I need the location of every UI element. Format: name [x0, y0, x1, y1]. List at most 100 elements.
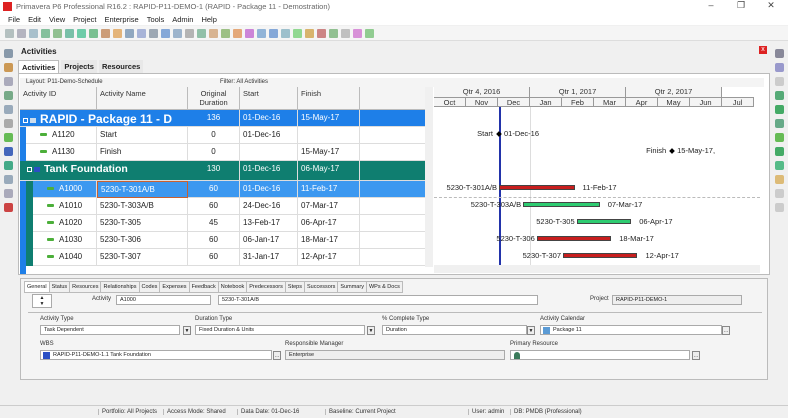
toolbar-button-icon[interactable] — [41, 28, 50, 38]
toolbar-button-icon[interactable] — [233, 28, 242, 38]
sidebar-tool-icon[interactable] — [775, 49, 784, 58]
layout-label[interactable]: Layout: P11-Demo-Schedule — [26, 79, 103, 85]
tab-resources[interactable]: Resources — [98, 60, 144, 73]
details-tab-wps-docs[interactable]: WPs & Docs — [365, 281, 403, 293]
minimize-button[interactable]: – — [700, 0, 722, 13]
col-header-start[interactable]: Start — [240, 87, 298, 110]
details-tab-notebook[interactable]: Notebook — [217, 281, 248, 293]
toolbar-button-icon[interactable] — [173, 28, 182, 38]
toolbar-button-icon[interactable] — [113, 28, 122, 38]
toolbar-button-icon[interactable] — [125, 28, 134, 38]
sidebar-tool-icon[interactable] — [3, 105, 13, 114]
details-tab-steps[interactable]: Steps — [284, 281, 305, 293]
toolbar-button-icon[interactable] — [185, 28, 194, 38]
sidebar-tool-icon[interactable] — [775, 203, 784, 212]
col-header-activity-id[interactable]: Activity ID — [20, 87, 97, 110]
toolbar-button-icon[interactable] — [365, 28, 374, 38]
menu-project[interactable]: Project — [73, 15, 96, 24]
details-tab-expenses[interactable]: Expenses — [159, 281, 190, 293]
browse-button[interactable]: … — [722, 326, 730, 335]
toolbar-button-icon[interactable] — [17, 28, 26, 38]
details-tab-codes[interactable]: Codes — [138, 281, 161, 293]
responsible-manager-field[interactable]: Enterprise — [285, 350, 505, 360]
menu-view[interactable]: View — [49, 15, 65, 24]
sidebar-tool-icon[interactable] — [775, 119, 784, 128]
toolbar-button-icon[interactable] — [53, 28, 62, 38]
sidebar-tool-icon[interactable] — [3, 49, 13, 58]
panel-close-button[interactable]: x — [759, 46, 767, 54]
activity-stepper[interactable]: ▲ ▼ — [32, 294, 52, 308]
activity-bar[interactable] — [499, 185, 575, 190]
table-row[interactable]: RAPID - Package 11 - D 136 01-Dec-16 15-May… — [20, 110, 425, 127]
table-row[interactable]: A1000 5230-T-301A/B 60 01-Dec-16 11-Feb-17 — [20, 181, 425, 198]
activity-type-select[interactable]: Task Dependent — [40, 325, 180, 335]
sidebar-tool-icon[interactable] — [775, 91, 784, 100]
sidebar-tool-icon[interactable] — [775, 175, 784, 184]
gantt-horizontal-scrollbar[interactable] — [434, 265, 760, 273]
activity-calendar-field[interactable]: Package 11 — [540, 325, 722, 335]
tab-activities[interactable]: Activities — [18, 60, 60, 73]
toolbar-button-icon[interactable] — [101, 28, 110, 38]
wbs-field[interactable]: RAPID-P11-DEMO-1.1 Tank Foundation — [40, 350, 272, 360]
details-tab-successors[interactable]: Successors — [303, 281, 339, 293]
toolbar-button-icon[interactable] — [89, 28, 98, 38]
toolbar-button-icon[interactable] — [209, 28, 218, 38]
details-tab-summary[interactable]: Summary — [337, 281, 367, 293]
menu-enterprise[interactable]: Enterprise — [105, 15, 139, 24]
table-row[interactable]: Tank Foundation 130 01-Dec-16 06-May-17 — [20, 161, 425, 181]
activity-name-cell[interactable]: 5230-T-303A/B — [97, 198, 188, 215]
toolbar-button-icon[interactable] — [293, 28, 302, 38]
details-tab-status[interactable]: Status — [48, 281, 71, 293]
activity-bar[interactable] — [576, 219, 632, 224]
browse-button[interactable]: … — [273, 351, 281, 360]
col-header-finish[interactable]: Finish — [298, 87, 360, 110]
sidebar-tool-icon[interactable] — [3, 175, 13, 184]
toolbar-button-icon[interactable] — [257, 28, 266, 38]
sidebar-tool-icon[interactable] — [3, 189, 13, 198]
close-button[interactable]: ✕ — [760, 0, 782, 13]
tab-projects[interactable]: Projects — [61, 60, 97, 73]
toolbar-button-icon[interactable] — [305, 28, 314, 38]
activity-name-cell[interactable]: 5230-T-307 — [97, 249, 188, 266]
toolbar-button-icon[interactable] — [353, 28, 362, 38]
chevron-down-icon[interactable]: ▼ — [367, 326, 375, 335]
toolbar-button-icon[interactable] — [281, 28, 290, 38]
details-tab-resources[interactable]: Resources — [69, 281, 102, 293]
pct-complete-type-select[interactable]: Duration — [382, 325, 527, 335]
sidebar-tool-icon[interactable] — [775, 189, 784, 198]
toolbar-button-icon[interactable] — [329, 28, 338, 38]
primary-resource-field[interactable] — [510, 350, 690, 360]
toolbar-button-icon[interactable] — [5, 28, 14, 38]
table-row[interactable]: A1020 5230-T-305 45 13-Feb-17 06-Apr-17 — [20, 215, 425, 232]
col-header-original-duration[interactable]: Original Duration — [188, 87, 240, 110]
duration-type-select[interactable]: Fixed Duration & Units — [195, 325, 365, 335]
table-vertical-scrollbar[interactable] — [425, 87, 433, 267]
activity-name-cell[interactable]: Finish — [97, 144, 188, 161]
activity-id-field[interactable]: A1000 — [116, 295, 211, 305]
sidebar-tool-icon[interactable] — [3, 147, 13, 156]
toolbar-button-icon[interactable] — [137, 28, 146, 38]
menu-file[interactable]: File — [8, 15, 20, 24]
sidebar-tool-icon[interactable] — [3, 77, 13, 86]
sidebar-tool-icon[interactable] — [3, 161, 13, 170]
sidebar-tool-icon[interactable] — [3, 133, 13, 142]
expand-collapse-icon[interactable] — [27, 167, 32, 172]
sidebar-tool-icon[interactable] — [775, 77, 784, 86]
menu-admin[interactable]: Admin — [172, 15, 193, 24]
sidebar-tool-icon[interactable] — [3, 91, 13, 100]
milestone-diamond-icon[interactable] — [669, 148, 675, 154]
toolbar-button-icon[interactable] — [221, 28, 230, 38]
table-row[interactable]: A1120 Start 0 01-Dec-16 — [20, 127, 425, 144]
activity-name-field[interactable]: 5230-T-301A/B — [218, 295, 538, 305]
maximize-button[interactable]: ❐ — [730, 0, 752, 13]
toolbar-button-icon[interactable] — [197, 28, 206, 38]
toolbar-button-icon[interactable] — [317, 28, 326, 38]
toolbar-button-icon[interactable] — [245, 28, 254, 38]
sidebar-tool-icon[interactable] — [3, 203, 13, 212]
sidebar-tool-icon[interactable] — [775, 63, 784, 72]
toolbar-button-icon[interactable] — [149, 28, 158, 38]
activity-bar[interactable] — [563, 253, 638, 258]
details-tab-general[interactable]: General — [24, 281, 50, 293]
browse-button[interactable]: … — [692, 351, 700, 360]
sidebar-tool-icon[interactable] — [775, 105, 784, 114]
